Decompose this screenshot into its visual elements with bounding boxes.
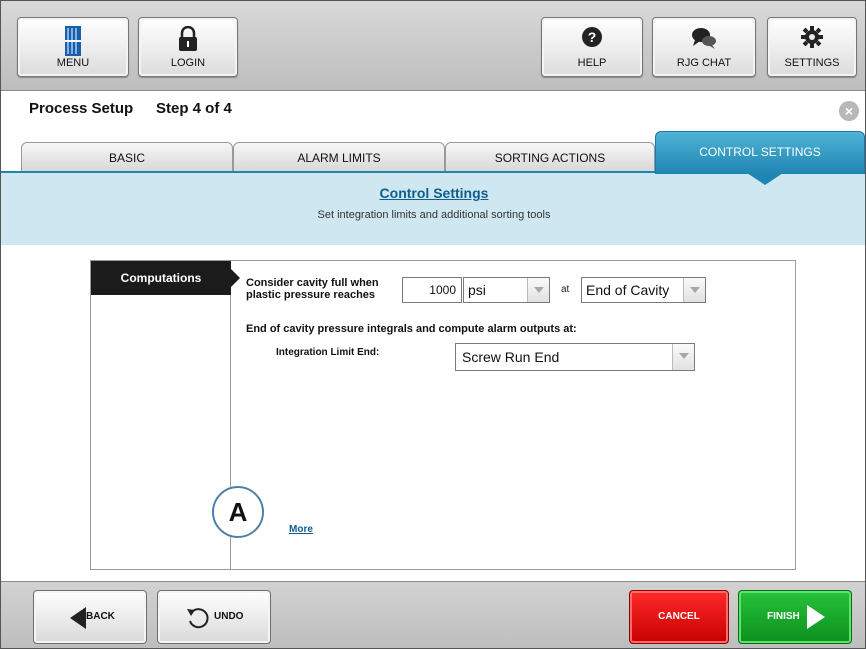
integration-limit-label: Integration Limit End:	[276, 347, 380, 358]
pressure-input[interactable]: 1000	[402, 277, 462, 303]
sidebar-item-computations[interactable]: Computations	[91, 261, 231, 295]
settings-label: SETTINGS	[784, 57, 840, 69]
finish-button[interactable]: FINISH	[738, 590, 852, 644]
cavity-full-label-line2: plastic pressure reaches	[246, 289, 376, 301]
chat-icon	[691, 26, 717, 55]
settings-button[interactable]: SETTINGS	[767, 17, 857, 77]
tab-basic[interactable]: BASIC	[21, 142, 233, 172]
lock-icon	[178, 25, 198, 57]
at-label: at	[561, 284, 570, 295]
rjg-chat-button[interactable]: RJG CHAT	[652, 17, 756, 77]
location-select[interactable]: End of Cavity	[581, 277, 706, 303]
menu-button[interactable]: MENU	[17, 17, 129, 77]
help-icon: ?	[581, 26, 603, 53]
section-banner: Control Settings Set integration limits …	[1, 171, 865, 245]
undo-label: UNDO	[214, 611, 244, 622]
close-icon[interactable]: ×	[839, 101, 859, 121]
dropdown-arrow-icon[interactable]	[672, 344, 694, 370]
login-label: LOGIN	[170, 57, 206, 69]
svg-text:?: ?	[588, 29, 597, 45]
finish-label: FINISH	[767, 611, 800, 622]
tab-sorting-actions[interactable]: SORTING ACTIONS	[445, 142, 655, 172]
cancel-button[interactable]: CANCEL	[629, 590, 729, 644]
help-button[interactable]: ? HELP	[541, 17, 643, 77]
top-toolbar: MENU LOGIN ? HELP RJG CHAT SETTINGS	[1, 1, 865, 91]
undo-icon	[186, 606, 210, 633]
location-select-value: End of Cavity	[586, 282, 670, 298]
page-header: Process Setup Step 4 of 4 ×	[1, 91, 865, 131]
back-button[interactable]: BACK	[33, 590, 147, 644]
login-button[interactable]: LOGIN	[138, 17, 238, 77]
sidebar-selection-arrow	[231, 269, 240, 287]
cancel-label: CANCEL	[658, 611, 700, 622]
tab-bar: BASIC ALARM LIMITS SORTING ACTIONS CONTR…	[1, 131, 865, 185]
menu-icon	[65, 26, 81, 61]
dropdown-arrow-icon[interactable]	[683, 278, 705, 302]
integration-limit-select[interactable]: Screw Run End	[455, 343, 695, 371]
dropdown-arrow-icon[interactable]	[527, 278, 549, 302]
back-arrow-icon	[70, 607, 86, 632]
undo-button[interactable]: UNDO	[157, 590, 271, 644]
integration-limit-value: Screw Run End	[462, 349, 560, 365]
section-subtitle: Set integration limits and additional so…	[317, 209, 551, 221]
section-title[interactable]: Control Settings	[1, 185, 865, 201]
settings-sidebar: Computations	[91, 261, 231, 569]
more-link[interactable]: More	[289, 524, 313, 535]
callout-marker: A	[212, 486, 264, 538]
menu-label: MENU	[56, 57, 90, 69]
main-content: Computations Consider cavity full when p…	[1, 245, 865, 581]
unit-select[interactable]: psi	[463, 277, 550, 303]
app-window: MENU LOGIN ? HELP RJG CHAT SETTINGS Proc…	[0, 0, 866, 649]
tab-alarm-limits[interactable]: ALARM LIMITS	[233, 142, 445, 172]
cavity-full-label-line1: Consider cavity full when	[246, 277, 379, 289]
bottom-bar: BACK UNDO CANCEL FINISH	[1, 581, 865, 648]
gear-icon	[801, 26, 823, 53]
settings-panel: Computations Consider cavity full when p…	[90, 260, 796, 570]
page-title: Process Setup	[29, 100, 134, 117]
integrals-label: End of cavity pressure integrals and com…	[246, 323, 577, 335]
help-label: HELP	[577, 57, 607, 69]
unit-select-value: psi	[468, 282, 486, 298]
finish-arrow-icon	[807, 605, 825, 632]
step-indicator: Step 4 of 4	[156, 100, 232, 117]
chat-label: RJG CHAT	[676, 57, 732, 69]
active-tab-pointer	[747, 173, 783, 185]
tab-control-settings[interactable]: CONTROL SETTINGS	[655, 131, 865, 174]
back-label: BACK	[86, 611, 115, 622]
